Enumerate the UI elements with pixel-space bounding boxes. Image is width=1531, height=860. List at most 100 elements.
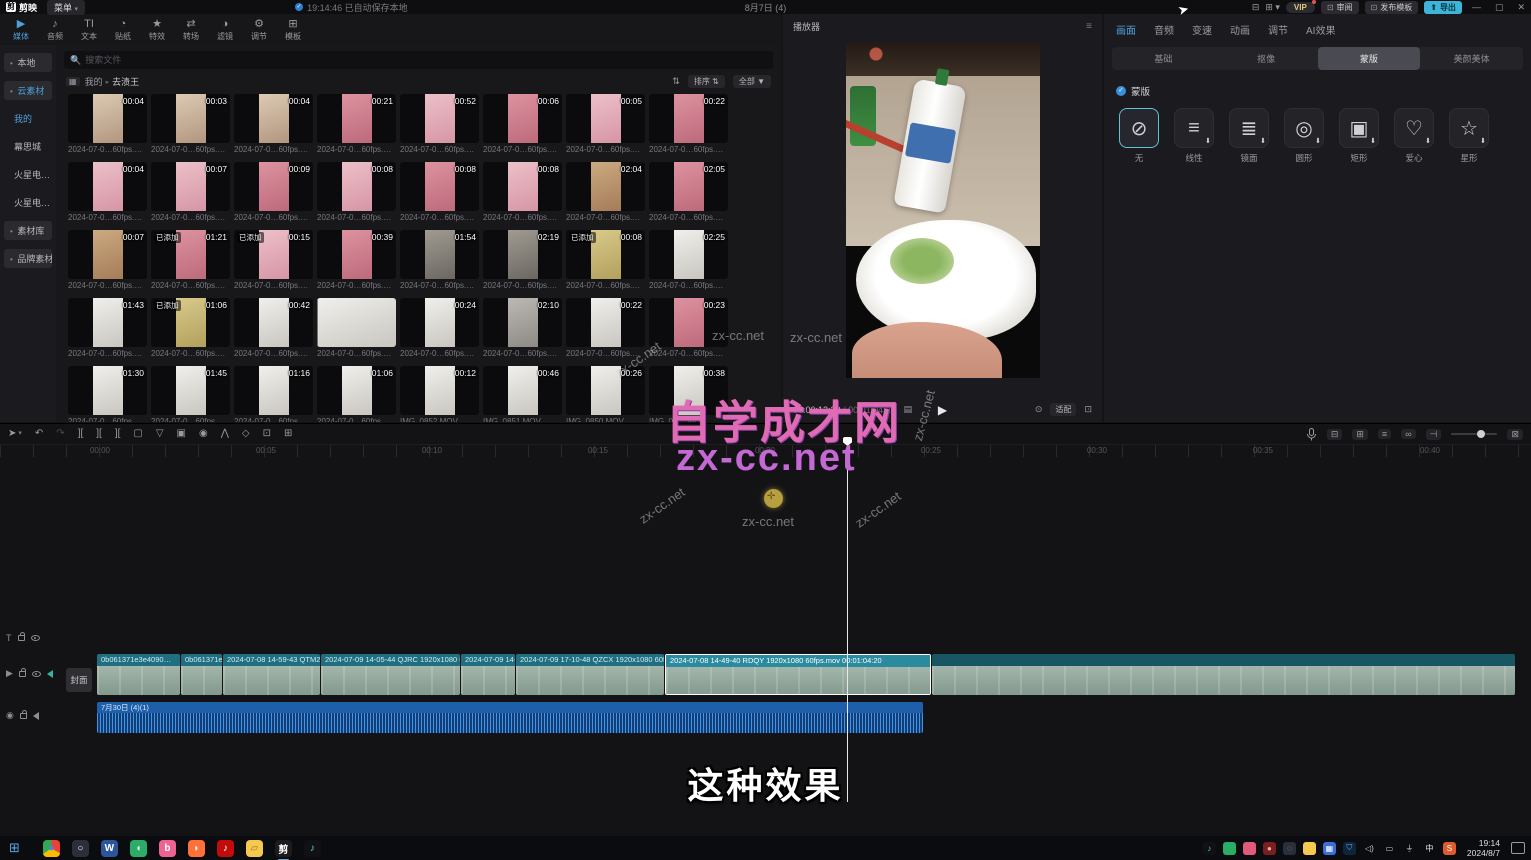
media-grid-item[interactable]: 02:25 已添加 2024-07-0…60fps.mov xyxy=(649,230,728,291)
media-grid-item[interactable]: 00:42 已添加 2024-07-0…60fps.mov xyxy=(234,298,313,359)
speaker-icon[interactable] xyxy=(33,712,39,720)
mask-shape-icon[interactable]: ≡ ⬇ xyxy=(1174,108,1214,148)
video-thumbnail[interactable]: 00:08 已添加 xyxy=(566,230,645,279)
toolbar-item[interactable]: ★ 特效 xyxy=(140,18,174,42)
video-thumbnail[interactable]: 00:08 已添加 xyxy=(317,162,396,211)
video-thumbnail[interactable]: 00:08 已添加 xyxy=(483,162,562,211)
media-grid-item[interactable]: 00:09 已添加 2024-07-0…60fps.mov xyxy=(234,162,313,223)
video-thumbnail[interactable]: 00:05 已添加 xyxy=(566,94,645,143)
media-grid-item[interactable]: 00:15 已添加 2024-07-0…60fps.mov xyxy=(234,230,313,291)
video-clip[interactable] xyxy=(932,654,1515,695)
media-grid-item[interactable]: 02:05 已添加 2024-07-0…60fps.mov xyxy=(649,162,728,223)
video-thumbnail[interactable]: 00:39 已添加 xyxy=(317,230,396,279)
taskbar-app-icon[interactable]: 剪 xyxy=(275,840,292,857)
lock-icon[interactable] xyxy=(18,635,25,641)
publish-template-button[interactable]: ⊡ 发布模板 xyxy=(1365,1,1419,14)
video-clip[interactable]: 2024-07-08 14-59-43 QTM2 192… xyxy=(223,654,320,695)
taskbar-app-icon[interactable]: ♪ xyxy=(304,840,321,857)
media-grid-item[interactable]: 00:39 已添加 2024-07-0…60fps.mov xyxy=(317,230,396,291)
video-thumbnail[interactable]: 00:26 已添加 xyxy=(566,366,645,415)
play-button[interactable]: ▶ xyxy=(938,403,947,417)
tray-icon[interactable] xyxy=(1243,842,1256,855)
toolbar-item[interactable]: ◑ 滤镜 xyxy=(208,18,242,42)
video-clip[interactable]: 2024-07-09 14-05-44 QJRC 1920x1080 60fps… xyxy=(321,654,460,695)
inspector-subtab[interactable]: 抠像 xyxy=(1215,47,1318,70)
video-thumbnail[interactable]: 00:08 已添加 xyxy=(400,162,479,211)
media-grid-item[interactable]: 01:54 已添加 2024-07-0…60fps.mov xyxy=(400,230,479,291)
sidebar-item[interactable]: 云素材 xyxy=(4,81,52,100)
taskbar-app-icon[interactable]: ◗ xyxy=(188,840,205,857)
media-grid-item[interactable]: 01:45 已添加 2024-07-0…60fps.mov xyxy=(151,366,230,422)
video-thumbnail[interactable]: 00:07 已添加 xyxy=(151,162,230,211)
media-grid-item[interactable]: 00:07 已添加 2024-07-0…60fps.mov xyxy=(151,162,230,223)
timeline-tool-button[interactable]: ⊡ xyxy=(263,428,271,440)
media-grid-item[interactable]: 00:22 已添加 2024-07-0…60fps.mov xyxy=(566,298,645,359)
tray-icon[interactable]: ◌ xyxy=(1283,842,1296,855)
media-grid-item[interactable]: 00:12 已添加 IMG_0852.MOV xyxy=(400,366,479,422)
export-button[interactable]: ⬆ 导出 xyxy=(1424,1,1462,14)
media-grid-item[interactable]: 00:04 已添加 2024-07-0…60fps.mov xyxy=(234,94,313,155)
media-grid-item[interactable]: 00:07 已添加 2024-07-0…60fps.mov xyxy=(68,230,147,291)
taskbar-app-icon[interactable]: ♪ xyxy=(217,840,234,857)
timeline-tool-button[interactable]: ⋀ xyxy=(221,428,229,440)
timeline-tool-button[interactable]: ▽ xyxy=(156,428,164,440)
inspector-subtab[interactable]: 基础 xyxy=(1112,47,1215,70)
inspector-tab[interactable]: AI效果 xyxy=(1306,22,1335,37)
playhead[interactable] xyxy=(847,437,848,802)
preview-video[interactable] xyxy=(846,42,1040,378)
timeline-tool-button[interactable]: ▣ xyxy=(177,428,186,440)
media-grid-item[interactable]: 00:08 已添加 2024-07-0…60fps.mov xyxy=(483,162,562,223)
inspector-subtab[interactable]: 美颜美体 xyxy=(1420,47,1523,70)
taskbar-app-icon[interactable]: ○ xyxy=(72,840,89,857)
minimize-button[interactable]: — xyxy=(1468,2,1485,12)
taskbar-app-icon[interactable]: ◖ xyxy=(130,840,147,857)
video-clip[interactable]: 0b061371e3e4090… xyxy=(181,654,222,695)
media-grid-item[interactable]: 00:08 已添加 2024-07-0…60fps.mov xyxy=(317,162,396,223)
toolbar-item[interactable]: ⚙ 调节 xyxy=(242,18,276,42)
sidebar-item[interactable]: 品牌素材 xyxy=(4,249,52,268)
mask-option[interactable]: ≣ ⬇ 镜面 xyxy=(1226,108,1272,164)
close-button[interactable]: ✕ xyxy=(1513,2,1529,13)
timeline-tool-button[interactable]: ◇ xyxy=(242,428,250,440)
tray-icon[interactable]: ♪ xyxy=(1203,842,1216,855)
timeline-tool-button[interactable]: ][ xyxy=(96,428,102,440)
sort-button[interactable]: 排序 ⇅ xyxy=(688,75,725,88)
mask-shape-icon[interactable]: ◎ ⬇ xyxy=(1284,108,1324,148)
media-grid-item[interactable]: 01:16 已添加 2024-07-0…60fps.mov xyxy=(234,366,313,422)
timeline-view-toggle[interactable]: ∞ xyxy=(1401,429,1415,439)
sidebar-item[interactable]: 素材库 xyxy=(4,221,52,240)
sort-direction-icon[interactable]: ⇅ xyxy=(672,76,680,87)
timeline-tool-button[interactable]: ][ xyxy=(115,428,121,440)
mask-shape-icon[interactable]: ♡ ⬇ xyxy=(1394,108,1434,148)
inspector-tab[interactable]: 音频 xyxy=(1154,22,1174,37)
media-grid-item[interactable]: 01:21 已添加 2024-07-0…60fps.mov xyxy=(151,230,230,291)
mask-shape-icon[interactable]: ⊘ ⬇ xyxy=(1119,108,1159,148)
media-grid-item[interactable]: 02:19 已添加 2024-07-0…60fps.mov xyxy=(483,230,562,291)
audio-clip[interactable]: 7月30日 (4)(1) xyxy=(97,702,923,733)
video-thumbnail[interactable]: 01:30 已添加 xyxy=(68,366,147,415)
mask-option[interactable]: ≡ ⬇ 线性 xyxy=(1171,108,1217,164)
player-menu-icon[interactable]: ≡ xyxy=(1086,21,1092,32)
video-thumbnail[interactable]: 01:54 已添加 xyxy=(400,230,479,279)
video-clip[interactable]: 2024-07-08 14-49-40 RDQY 1920x1080 60fps… xyxy=(665,654,931,695)
focus-icon[interactable]: ⊙ xyxy=(1035,404,1043,415)
media-grid-item[interactable]: 00:08 已添加 2024-07-0…60fps.mov xyxy=(400,162,479,223)
timeline-tool-button[interactable]: ◉ xyxy=(199,428,208,440)
video-thumbnail[interactable]: 02:10 已添加 xyxy=(483,298,562,347)
filter-all-button[interactable]: 全部 ▼ xyxy=(733,75,771,88)
zoom-slider-knob[interactable] xyxy=(1477,430,1485,438)
start-button[interactable]: ⊞ xyxy=(0,840,29,856)
media-grid-item[interactable]: 00:22 已添加 2024-07-0…60fps.mov xyxy=(649,94,728,155)
vip-button[interactable]: VIP xyxy=(1286,2,1315,13)
tray-icon[interactable]: ▭ xyxy=(1383,842,1396,855)
checkbox-checked-icon[interactable]: ✓ xyxy=(1116,86,1126,96)
fullscreen-icon[interactable]: ⊡ xyxy=(1084,404,1092,415)
media-grid-item[interactable]: 01:30 已添加 2024-07-0…60fps.mov xyxy=(68,366,147,422)
video-thumbnail[interactable]: 00:52 已添加 xyxy=(400,94,479,143)
menu-button[interactable]: 菜单 ▾ xyxy=(47,0,85,15)
video-thumbnail[interactable]: 01:45 已添加 xyxy=(151,366,230,415)
media-grid-item[interactable]: 00:04 已添加 2024-07-0…60fps.mov xyxy=(68,162,147,223)
media-grid-item[interactable]: 01:06 已添加 2024-07-0…60fps.mov xyxy=(151,298,230,359)
video-thumbnail[interactable]: 02:25 已添加 xyxy=(649,230,728,279)
media-grid-item[interactable]: 01:06 已添加 2024-07-0…60fps.mov xyxy=(317,366,396,422)
